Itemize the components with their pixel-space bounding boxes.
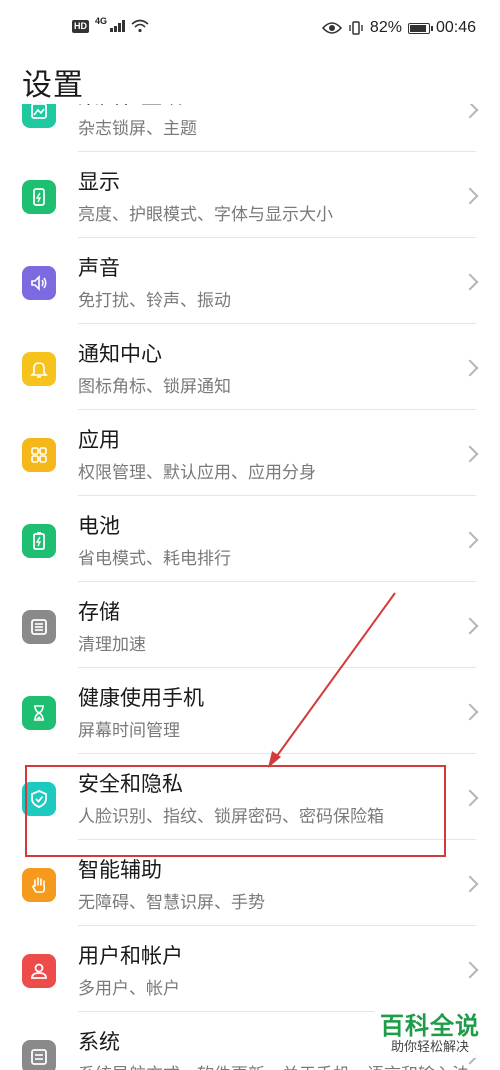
vibrate-icon [349, 21, 363, 35]
settings-item-subtitle: 免打扰、铃声、振动 [78, 291, 231, 311]
settings-item[interactable]: 用户和帐户多用户、帐户 [0, 926, 500, 1012]
hand-icon [22, 868, 56, 902]
settings-item-title: 健康使用手机 [78, 686, 204, 710]
settings-item-subtitle: 图标角标、锁屏通知 [78, 377, 231, 397]
settings-item[interactable]: 存储 清理加速 [0, 582, 500, 668]
settings-item[interactable]: 健康使用手机屏幕时间管理 [0, 668, 500, 754]
settings-item-title: 应用 [78, 428, 120, 452]
speaker-icon [22, 266, 56, 300]
settings-item-subtitle: 权限管理、默认应用、应用分身 [78, 463, 316, 483]
hourglass-icon [22, 696, 56, 730]
settings-item[interactable]: 应用权限管理、默认应用、应用分身 [0, 410, 500, 496]
shield-icon [22, 782, 56, 816]
settings-item-title: 存储 [78, 600, 120, 624]
chevron-right-icon [461, 273, 479, 291]
settings-item[interactable]: 显示亮度、护眼模式、字体与显示大小 [0, 152, 500, 238]
user-icon [22, 954, 56, 988]
settings-item-subtitle: 亮度、护眼模式、字体与显示大小 [78, 205, 333, 225]
settings-item-subtitle: 系统导航方式、软件更新、关于手机、语言和输入法 [78, 1060, 469, 1070]
settings-item-title: 显示 [78, 170, 120, 194]
chevron-right-icon [461, 789, 479, 807]
watermark-sub: 助你轻松解决 [390, 1040, 469, 1055]
bell-icon [22, 352, 56, 386]
eye-icon [321, 22, 342, 34]
settings-item-title: 声音 [78, 256, 120, 280]
page-title: 设置 [22, 68, 84, 103]
settings-item-title: 用户和帐户 [78, 944, 183, 968]
chevron-right-icon [461, 359, 479, 377]
wifi-icon [131, 19, 149, 33]
clock: 00:46 [435, 19, 476, 36]
settings-item-subtitle: 屏幕时间管理 [78, 721, 180, 741]
system-icon [22, 1040, 56, 1070]
settings-item-subtitle: 无障碍、智慧识屏、手势 [78, 893, 265, 913]
settings-item-subtitle: 杂志锁屏、主题 [78, 119, 197, 139]
signal-icon [110, 20, 126, 32]
settings-item[interactable]: 声音免打扰、铃声、振动 [0, 238, 500, 324]
status-bar: HD 4G 82% 00:46 [0, 0, 500, 56]
battery-icon [407, 22, 433, 34]
watermark-logo: 百科全说 助你轻松解决 [374, 1010, 486, 1058]
chevron-right-icon [461, 104, 479, 119]
status-right: 82% 00:46 [321, 19, 476, 37]
battery-percent: 82% [369, 19, 402, 36]
settings-item-title: 桌面和壁纸 [78, 84, 183, 108]
settings-item-subtitle: 省电模式、耗电排行 [78, 549, 231, 569]
apps-grid-icon [22, 438, 56, 472]
settings-item[interactable]: 安全和隐私人脸识别、指纹、锁屏密码、密码保险箱 [0, 754, 500, 840]
network-type: 4G [95, 16, 108, 26]
chevron-right-icon [461, 961, 479, 979]
chevron-right-icon [461, 875, 479, 893]
settings-item[interactable]: 电池省电模式、耗电排行 [0, 496, 500, 582]
chevron-right-icon [461, 187, 479, 205]
status-left: HD 4G [72, 16, 149, 33]
chevron-right-icon [461, 703, 479, 721]
settings-screen: HD 4G 82% 00:46 设置 桌面和壁纸 杂志锁屏、主题 显示 亮度、护… [0, 0, 500, 1070]
hd-badge: HD [72, 19, 89, 33]
settings-item-title: 安全和隐私 [78, 772, 183, 796]
settings-item-title: 通知中心 [78, 342, 162, 366]
display-icon [22, 180, 56, 214]
settings-item-subtitle: 人脸识别、指纹、锁屏密码、密码保险箱 [78, 807, 384, 827]
chevron-right-icon [461, 617, 479, 635]
settings-item-title: 智能辅助 [78, 858, 162, 882]
settings-item[interactable]: 智能辅助无障碍、智慧识屏、手势 [0, 840, 500, 926]
battery-icon [22, 524, 56, 558]
storage-icon [22, 610, 56, 644]
chevron-right-icon [461, 445, 479, 463]
settings-item-title: 系统 [78, 1030, 120, 1054]
settings-item[interactable]: 通知中心图标角标、锁屏通知 [0, 324, 500, 410]
chevron-right-icon [461, 531, 479, 549]
watermark-main: 百科全说 [380, 1012, 480, 1040]
settings-item-title: 电池 [78, 514, 120, 538]
settings-item-subtitle: 清理加速 [78, 635, 146, 655]
settings-item-subtitle: 多用户、帐户 [78, 979, 180, 999]
